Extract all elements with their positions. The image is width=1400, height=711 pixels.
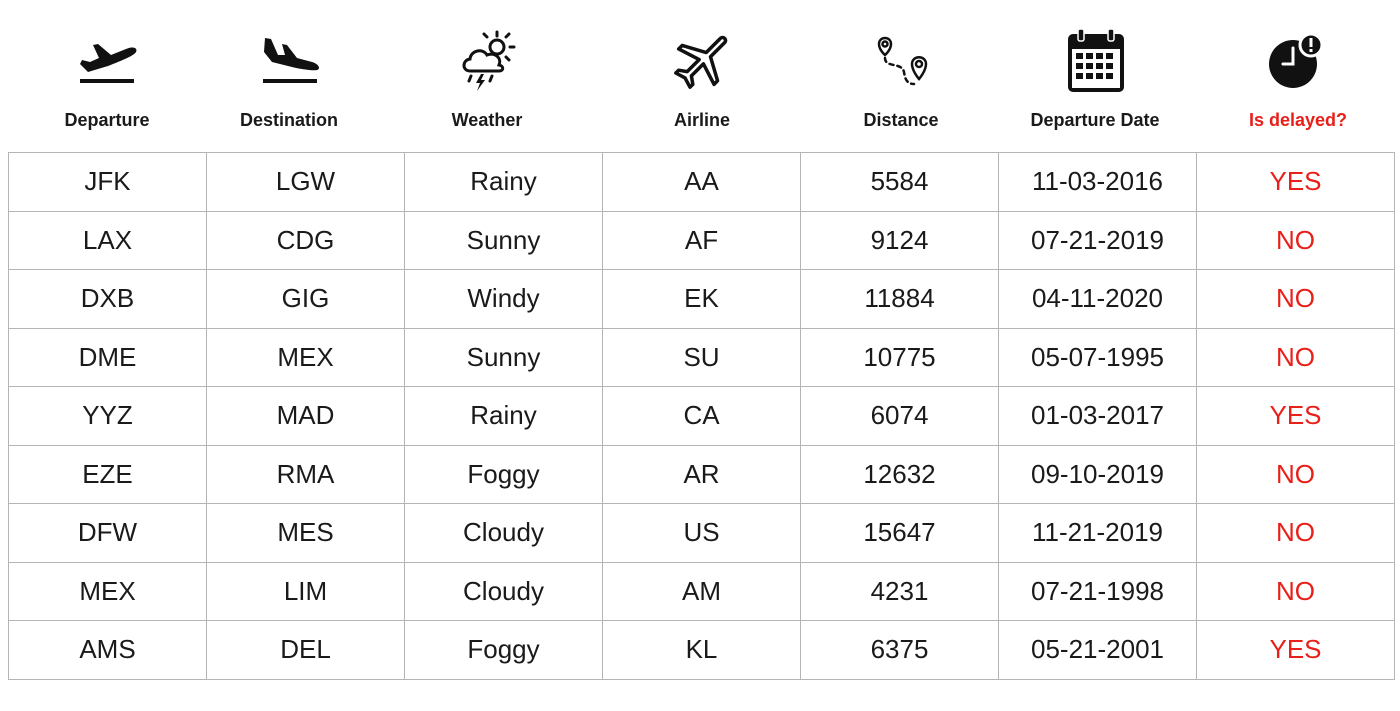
- is-delayed-cell: NO: [1196, 210, 1395, 270]
- distance-cell: 6375: [800, 620, 999, 680]
- destination-cell: MEX: [206, 327, 405, 387]
- column-header-label: Is delayed?: [1248, 110, 1348, 130]
- airline-cell: AA: [602, 152, 801, 212]
- departure-cell: DME: [8, 327, 207, 387]
- table-row: MEX LIM Cloudy AM 4231 07-21-1998 NO: [8, 561, 1395, 621]
- airline-cell: CA: [602, 386, 801, 446]
- airline-cell: AF: [602, 210, 801, 270]
- departure-date-cell: 05-07-1995: [998, 327, 1197, 387]
- airline-cell: EK: [602, 269, 801, 329]
- column-header-label: Weather: [451, 110, 523, 130]
- header-destination: Destination: [191, 0, 387, 152]
- weather-cell: Foggy: [404, 444, 603, 504]
- airplane-icon: [665, 24, 739, 98]
- weather-cell: Windy: [404, 269, 603, 329]
- departure-cell: LAX: [8, 210, 207, 270]
- table-header: Departure Destination Weather Airline Di…: [0, 0, 1400, 152]
- table-row: EZE RMA Foggy AR 12632 09-10-2019 NO: [8, 444, 1395, 504]
- distance-cell: 9124: [800, 210, 999, 270]
- destination-cell: LGW: [206, 152, 405, 212]
- departure-cell: YYZ: [8, 386, 207, 446]
- is-delayed-cell: YES: [1196, 620, 1395, 680]
- distance-cell: 12632: [800, 444, 999, 504]
- is-delayed-cell: YES: [1196, 152, 1395, 212]
- weather-cell: Cloudy: [404, 503, 603, 563]
- weather-cell: Rainy: [404, 386, 603, 446]
- column-header-label: Departure: [64, 110, 150, 130]
- flights-table: JFK LGW Rainy AA 5584 11-03-2016 YES LAX CDG Sunn…: [8, 152, 1395, 680]
- departure-cell: DXB: [8, 269, 207, 329]
- weather-cell: Foggy: [404, 620, 603, 680]
- weather-cell: Sunny: [404, 327, 603, 387]
- header-departure-date: Departure Date: [997, 0, 1193, 152]
- distance-cell: 10775: [800, 327, 999, 387]
- table-row: DXB GIG Windy EK 11884 04-11-2020 NO: [8, 269, 1395, 329]
- departure-cell: EZE: [8, 444, 207, 504]
- table-row: JFK LGW Rainy AA 5584 11-03-2016 YES: [8, 152, 1395, 212]
- destination-cell: MAD: [206, 386, 405, 446]
- airline-cell: KL: [602, 620, 801, 680]
- plane-takeoff-icon: [70, 24, 144, 98]
- departure-date-cell: 05-21-2001: [998, 620, 1197, 680]
- destination-cell: RMA: [206, 444, 405, 504]
- distance-cell: 11884: [800, 269, 999, 329]
- is-delayed-cell: NO: [1196, 503, 1395, 563]
- table-row: LAX CDG Sunny AF 9124 07-21-2019 NO: [8, 210, 1395, 270]
- departure-date-cell: 09-10-2019: [998, 444, 1197, 504]
- destination-cell: GIG: [206, 269, 405, 329]
- departure-date-cell: 11-03-2016: [998, 152, 1197, 212]
- airline-cell: AM: [602, 561, 801, 621]
- table-row: DFW MES Cloudy US 15647 11-21-2019 NO: [8, 503, 1395, 563]
- airline-cell: SU: [602, 327, 801, 387]
- is-delayed-cell: NO: [1196, 444, 1395, 504]
- route-pins-icon: [864, 24, 938, 98]
- table-row: DME MEX Sunny SU 10775 05-07-1995 NO: [8, 327, 1395, 387]
- destination-cell: DEL: [206, 620, 405, 680]
- header-airline: Airline: [604, 0, 800, 152]
- is-delayed-cell: YES: [1196, 386, 1395, 446]
- header-weather: Weather: [389, 0, 585, 152]
- clock-alert-icon: [1261, 24, 1335, 98]
- column-header-label: Departure Date: [1030, 110, 1160, 130]
- plane-landing-icon: [252, 24, 326, 98]
- departure-cell: AMS: [8, 620, 207, 680]
- departure-cell: DFW: [8, 503, 207, 563]
- departure-date-cell: 07-21-2019: [998, 210, 1197, 270]
- departure-date-cell: 04-11-2020: [998, 269, 1197, 329]
- is-delayed-cell: NO: [1196, 327, 1395, 387]
- distance-cell: 15647: [800, 503, 999, 563]
- destination-cell: MES: [206, 503, 405, 563]
- departure-cell: MEX: [8, 561, 207, 621]
- column-header-label: Distance: [863, 110, 939, 130]
- is-delayed-cell: NO: [1196, 561, 1395, 621]
- distance-cell: 6074: [800, 386, 999, 446]
- table-row: AMS DEL Foggy KL 6375 05-21-2001 YES: [8, 620, 1395, 680]
- header-is-delayed: Is delayed?: [1200, 0, 1396, 152]
- is-delayed-cell: NO: [1196, 269, 1395, 329]
- departure-date-cell: 11-21-2019: [998, 503, 1197, 563]
- column-header-label: Airline: [673, 110, 730, 130]
- destination-cell: LIM: [206, 561, 405, 621]
- table-row: YYZ MAD Rainy CA 6074 01-03-2017 YES: [8, 386, 1395, 446]
- departure-date-cell: 01-03-2017: [998, 386, 1197, 446]
- weather-cell: Rainy: [404, 152, 603, 212]
- storm-cloud-sun-icon: [450, 24, 524, 98]
- destination-cell: CDG: [206, 210, 405, 270]
- airline-cell: US: [602, 503, 801, 563]
- departure-cell: JFK: [8, 152, 207, 212]
- header-departure: Departure: [9, 0, 205, 152]
- departure-date-cell: 07-21-1998: [998, 561, 1197, 621]
- distance-cell: 5584: [800, 152, 999, 212]
- distance-cell: 4231: [800, 561, 999, 621]
- weather-cell: Sunny: [404, 210, 603, 270]
- weather-cell: Cloudy: [404, 561, 603, 621]
- airline-cell: AR: [602, 444, 801, 504]
- header-distance: Distance: [803, 0, 999, 152]
- calendar-icon: [1058, 24, 1132, 98]
- column-header-label: Destination: [239, 110, 338, 130]
